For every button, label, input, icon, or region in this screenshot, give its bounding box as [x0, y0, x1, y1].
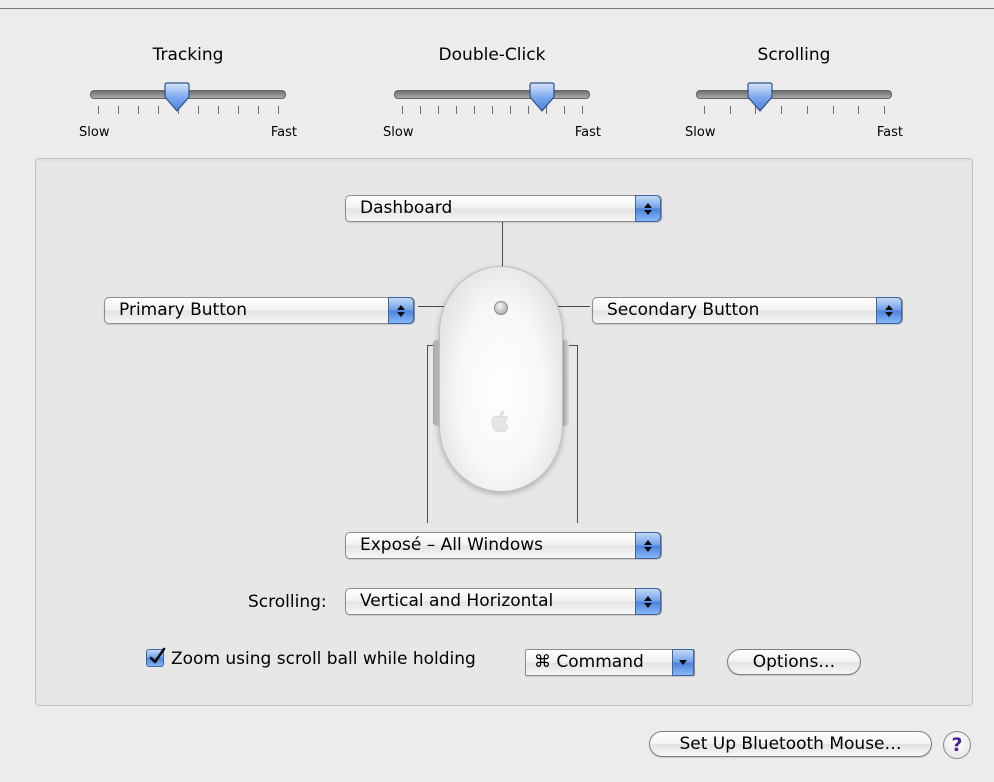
scroll-ball-icon	[494, 301, 508, 315]
top-button-popup[interactable]: Dashboard	[345, 195, 662, 222]
scrolling-option-popup[interactable]: Vertical and Horizontal	[345, 588, 662, 615]
slider-tick	[492, 106, 493, 114]
slider-track[interactable]	[696, 90, 892, 99]
tracking-slider[interactable]: Tracking Slow Fast	[70, 40, 306, 150]
popup-arrows-icon	[635, 588, 661, 615]
left-button-value: Primary Button	[119, 300, 248, 320]
connector-side-right	[577, 345, 578, 523]
fast-label: Fast	[270, 125, 297, 140]
slider-tick	[510, 106, 511, 114]
double-click-slider[interactable]: Double-Click Slow Fast	[374, 40, 610, 150]
popup-arrows-icon	[876, 297, 902, 324]
zoom-modifier-popup[interactable]: ⌘ Command	[525, 649, 695, 676]
slow-label: Slow	[685, 125, 716, 140]
slider-tick	[806, 106, 808, 114]
slider-tick	[238, 106, 239, 114]
apple-mighty-mouse-icon	[439, 266, 563, 492]
slider-track[interactable]	[394, 90, 590, 99]
slider-tick	[257, 106, 259, 114]
slider-tick	[98, 106, 99, 114]
slider-tick	[474, 106, 475, 114]
popup-arrows-icon	[635, 532, 661, 559]
fast-label: Fast	[574, 125, 601, 140]
slider-tick	[456, 106, 457, 114]
slider-tick	[781, 106, 783, 114]
popup-arrows-icon	[635, 195, 661, 222]
chevron-down-icon	[672, 649, 694, 676]
double-click-title: Double-Click	[438, 45, 546, 65]
left-button-popup[interactable]: Primary Button	[104, 297, 415, 324]
slider-tick	[438, 106, 439, 114]
popup-arrows-icon	[388, 297, 414, 324]
slider-tick	[564, 106, 565, 114]
scrolling-title: Scrolling	[757, 45, 831, 65]
slider-tick	[198, 106, 199, 114]
slider-tick	[117, 106, 119, 114]
right-button-popup[interactable]: Secondary Button	[592, 297, 903, 324]
fast-label: Fast	[876, 125, 903, 140]
slider-ticks	[704, 106, 885, 114]
slider-thumb[interactable]	[747, 81, 773, 113]
slider-tick	[858, 106, 860, 114]
connector-side-left	[427, 345, 428, 523]
scrolling-option-value: Vertical and Horizontal	[360, 591, 554, 611]
top-divider	[0, 8, 994, 9]
help-icon[interactable]: ?	[943, 731, 971, 759]
slider-tick	[278, 106, 279, 114]
slider-tick	[729, 106, 731, 114]
slider-tick	[582, 106, 583, 114]
zoom-modifier-value: ⌘ Command	[534, 652, 644, 672]
scrolling-option-label: Scrolling:	[248, 592, 327, 612]
set-up-bluetooth-mouse-button[interactable]: Set Up Bluetooth Mouse…	[649, 731, 932, 757]
side-button-popup[interactable]: Exposé – All Windows	[345, 532, 662, 559]
slider-thumb[interactable]	[529, 81, 555, 113]
options-button[interactable]: Options…	[727, 649, 861, 675]
zoom-label[interactable]: Zoom using scroll ball while holding	[171, 649, 476, 669]
slider-tick	[832, 106, 834, 114]
slider-tick	[158, 106, 159, 114]
slider-tick	[402, 106, 403, 114]
apple-logo-icon	[491, 410, 509, 433]
checkmark-icon	[149, 647, 166, 664]
tracking-title: Tracking	[152, 45, 224, 65]
slider-tick	[884, 106, 885, 114]
slider-tick	[218, 106, 219, 114]
slider-tick	[137, 106, 139, 114]
slow-label: Slow	[383, 125, 414, 140]
slider-tick	[420, 106, 421, 114]
slow-label: Slow	[79, 125, 110, 140]
side-button-value: Exposé – All Windows	[360, 535, 543, 555]
right-button-value: Secondary Button	[607, 300, 760, 320]
scrolling-speed-slider[interactable]: Scrolling Slow Fast	[676, 40, 912, 150]
slider-tick	[704, 106, 705, 114]
zoom-checkbox[interactable]	[146, 647, 166, 667]
slider-thumb[interactable]	[164, 81, 190, 113]
top-button-value: Dashboard	[360, 198, 453, 218]
